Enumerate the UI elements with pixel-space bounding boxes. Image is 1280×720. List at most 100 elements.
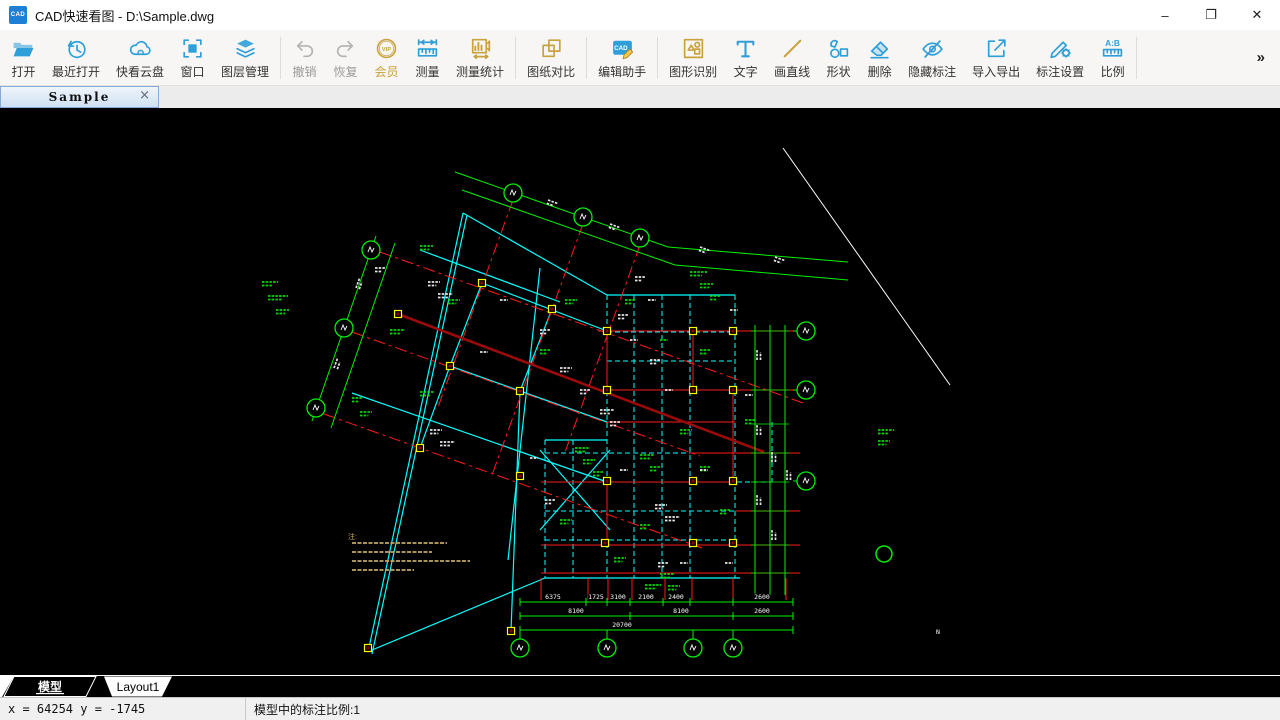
toolbar-button-open-folder[interactable]: 打开	[3, 32, 44, 84]
toolbar-button-label: 测量	[416, 63, 440, 80]
toolbar-separator	[657, 37, 658, 79]
annotation-settings-icon	[1048, 36, 1073, 61]
toolbar-button-label: 形状	[827, 63, 851, 80]
hide-annotation-icon	[920, 36, 945, 61]
cad-drawing: 注:63751725310021002400260081008100260020…	[0, 108, 1280, 675]
toolbar-button-label: 图纸对比	[527, 63, 575, 80]
toolbar-button-import-export[interactable]: 导入导出	[964, 32, 1028, 84]
tab-sample-label: Sample	[49, 90, 111, 104]
tab-layout1-label: Layout1	[117, 680, 160, 694]
layout-tabs: 模型Layout1	[0, 676, 240, 697]
compare-icon	[539, 36, 564, 61]
shapes-icon	[826, 36, 851, 61]
toolbar-button-label: 比例	[1101, 63, 1125, 80]
dimension-text: 2100	[638, 593, 654, 601]
dimension-text: 2600	[754, 607, 770, 615]
window-title: CAD快速看图 - D:\Sample.dwg	[35, 6, 214, 25]
edit-assistant-icon: CAD	[610, 36, 635, 61]
redo-icon	[333, 36, 358, 61]
toolbar-button-label: 恢复	[334, 63, 358, 80]
dimension-text: 2400	[668, 593, 684, 601]
eraser-icon	[867, 36, 892, 61]
toolbar-button-text-tool[interactable]: 文字	[725, 32, 766, 84]
toolbar-button-label: 撤销	[293, 63, 317, 80]
toolbar-button-hide-annotation[interactable]: 隐藏标注	[900, 32, 964, 84]
toolbar-button-scale-ab[interactable]: A:B 比例	[1092, 32, 1133, 84]
minimize-button[interactable]: –	[1142, 0, 1188, 30]
toolbar-button-label: 画直线	[774, 63, 810, 80]
toolbar-button-label: 编辑助手	[598, 63, 646, 80]
annotation-scale-info: 模型中的标注比例:1	[246, 701, 360, 718]
toolbar-button-shapes[interactable]: 形状	[818, 32, 859, 84]
toolbar-button-eraser[interactable]: 删除	[859, 32, 900, 84]
measure-stats-icon	[468, 36, 493, 61]
svg-text:A:B: A:B	[1105, 37, 1120, 47]
toolbar-button-label: 快看云盘	[116, 63, 164, 80]
toolbar-button-layers[interactable]: 图层管理	[213, 32, 277, 84]
toolbar-button-window-select[interactable]: 窗口	[172, 32, 213, 84]
drawing-canvas[interactable]: 注:63751725310021002400260081008100260020…	[0, 108, 1280, 675]
drawing-notes-title: 注:	[348, 532, 357, 541]
detail-circle	[876, 546, 892, 562]
recent-clock-icon	[64, 36, 89, 61]
document-tab-strip: Sample ×	[0, 86, 1280, 108]
toolbar-button-annotation-settings[interactable]: 标注设置	[1028, 32, 1092, 84]
toolbar-button-label: 图形识别	[669, 63, 717, 80]
status-bar: x = 64254 y = -1745 模型中的标注比例:1	[0, 697, 1280, 720]
toolbar-button-vip[interactable]: VIP会员	[366, 32, 407, 84]
dimension-text: 20700	[612, 621, 632, 629]
draw-line-icon	[780, 36, 805, 61]
toolbar-separator	[280, 37, 281, 79]
toolbar-button-label: 标注设置	[1036, 63, 1084, 80]
window-controls: – ❐ ✕	[1142, 0, 1280, 30]
toolbar-button-cloud[interactable]: 快看云盘	[108, 32, 172, 84]
toolbar-separator	[1136, 37, 1137, 79]
shape-recognition-icon	[681, 36, 706, 61]
toolbar-button-compare[interactable]: 图纸对比	[519, 32, 583, 84]
tab-close-icon[interactable]: ×	[139, 88, 150, 103]
cloud-icon	[128, 36, 153, 61]
svg-text:VIP: VIP	[382, 47, 392, 53]
toolbar-button-label: 窗口	[181, 63, 205, 80]
toolbar-button-draw-line[interactable]: 画直线	[766, 32, 818, 84]
layout-tab-bar: 模型Layout1	[0, 675, 1280, 697]
toolbar-button-label: 隐藏标注	[908, 63, 956, 80]
title-bar: CAD CAD快速看图 - D:\Sample.dwg – ❐ ✕	[0, 0, 1280, 30]
toolbar-button-label: 图层管理	[221, 63, 269, 80]
maximize-button[interactable]: ❐	[1188, 0, 1234, 30]
main-toolbar: 打开最近打开快看云盘窗口图层管理 撤销恢复 VIP会员测量测量统计 图纸对比 CAD 编辑…	[0, 30, 1280, 86]
scale-ab-icon: A:B	[1100, 36, 1125, 61]
toolbar-button-label: 打开	[11, 63, 35, 80]
toolbar-button-shape-recognition[interactable]: 图形识别	[661, 32, 725, 84]
dimension-text: N	[936, 628, 940, 636]
toolbar-button-undo[interactable]: 撤销	[284, 32, 325, 84]
import-export-icon	[984, 36, 1009, 61]
toolbar-overflow-button[interactable]: »	[1245, 49, 1277, 66]
toolbar-button-label: 测量统计	[456, 63, 504, 80]
toolbar-button-label: 删除	[868, 63, 892, 80]
toolbar-separator	[515, 37, 516, 79]
toolbar-button-recent-clock[interactable]: 最近打开	[44, 32, 108, 84]
svg-text:CAD: CAD	[614, 45, 628, 52]
toolbar-button-redo[interactable]: 恢复	[325, 32, 366, 84]
dimension-text: 3100	[610, 593, 626, 601]
close-button[interactable]: ✕	[1234, 0, 1280, 30]
dimension-text: 8100	[673, 607, 689, 615]
app-icon: CAD	[9, 6, 27, 24]
toolbar-separator	[586, 37, 587, 79]
toolbar-button-measure[interactable]: 测量	[407, 32, 448, 84]
toolbar-button-label: 导入导出	[972, 63, 1020, 80]
toolbar-button-edit-assistant[interactable]: CAD 编辑助手	[590, 32, 654, 84]
dimension-text: 6375	[545, 593, 561, 601]
dimension-text: 1725	[588, 593, 604, 601]
toolbar-button-measure-stats[interactable]: 测量统计	[448, 32, 512, 84]
toolbar-button-label: 文字	[734, 63, 758, 80]
measure-icon	[415, 36, 440, 61]
vip-icon: VIP	[374, 36, 399, 61]
undo-icon	[292, 36, 317, 61]
toolbar-button-label: 最近打开	[52, 63, 100, 80]
text-tool-icon	[733, 36, 758, 61]
tab-sample[interactable]: Sample ×	[0, 86, 159, 108]
dimension-text: 8100	[568, 607, 584, 615]
layers-icon	[233, 36, 258, 61]
